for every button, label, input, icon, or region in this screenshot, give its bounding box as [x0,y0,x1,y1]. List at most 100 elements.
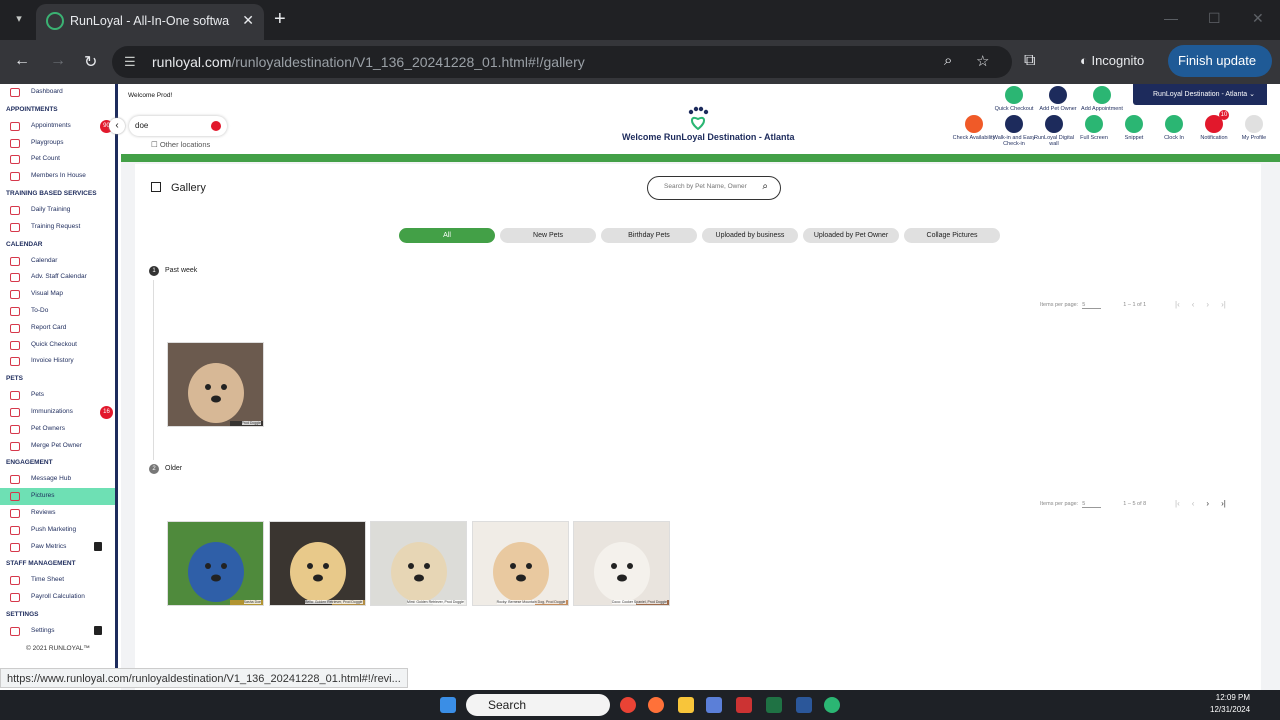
filter-uploaded-by-pet-owner[interactable]: Uploaded by Pet Owner [803,228,899,243]
gallery-photo[interactable]: Rocky: Bernese Mountain Dog, Prod Doggie [471,521,569,606]
sidebar-item-members-in-house[interactable]: Members In House [0,168,115,185]
sidebar-item-payroll-calculation[interactable]: Payroll Calculation [0,589,115,606]
adv-staff-calendar-icon [10,273,20,283]
sidebar-item-push-marketing[interactable]: Push Marketing [0,522,115,539]
search-icon[interactable]: ⌕ [762,181,768,192]
calculator-icon[interactable] [706,697,722,713]
sidebar-item-time-sheet[interactable]: Time Sheet [0,572,115,589]
sidebar-item-daily-training[interactable]: Daily Training [0,202,115,219]
browser-tab[interactable]: RunLoyal - All-In-One software ✕ [36,4,264,40]
finish-update-button[interactable]: Finish update ⋮ [1168,45,1272,100]
prev-page-icon[interactable]: ‹ [1192,300,1195,309]
maximize-icon[interactable]: ☐ [1208,10,1221,27]
sidebar-item-reviews[interactable]: Reviews [0,505,115,522]
forward-icon[interactable]: → [50,52,66,70]
zoom-icon[interactable]: ⌕ [944,52,952,69]
gallery-photo[interactable]: Mimi: Golden Retriever, Prod Doggie [370,521,467,606]
new-tab-icon[interactable]: + [274,8,286,31]
app-globe-icon[interactable] [824,697,840,713]
sidebar-item-pictures[interactable]: Pictures [0,488,115,505]
filter-birthday-pets[interactable]: Birthday Pets [601,228,697,243]
snippet-icon [1125,115,1143,133]
action-my-profile[interactable]: My Profile [1231,115,1277,141]
word-icon[interactable] [796,697,812,713]
address-bar[interactable]: ☰ runloyal.com/runloyaldestination/V1_13… [112,46,1012,78]
sidebar-item-quick-checkout[interactable]: Quick Checkout [0,337,115,354]
filter-collage-pictures[interactable]: Collage Pictures [904,228,1000,243]
sidebar-item-adv-staff-calendar[interactable]: Adv. Staff Calendar [0,269,115,286]
incognito-icon: ◐ [1080,53,1092,68]
sidebar-item-pet-count[interactable]: Pet Count [0,151,115,168]
gallery-photo[interactable]: Coco: Cocker Spaniel, Prod Doggie [573,521,670,606]
filter-all[interactable]: All [399,228,495,243]
sidebar-item-label: Pet Count [31,155,60,163]
filter-new-pets[interactable]: New Pets [500,228,596,243]
sidebar-item-calendar[interactable]: Calendar [0,253,115,270]
collapse-sidebar-icon[interactable]: ‹ [109,118,125,134]
sidebar-item-training-request[interactable]: Training Request [0,219,115,236]
sidebar-item-paw-metrics[interactable]: Paw Metrics [0,539,115,556]
sidebar-item-settings[interactable]: Settings [0,623,115,640]
next-page-icon[interactable]: › [1206,300,1209,309]
photo-caption: Sasha Doe [243,600,261,604]
lock-icon [94,625,102,635]
taskbar-search[interactable]: Search [466,694,610,716]
clear-search-icon[interactable] [211,121,221,131]
merge-pet-owner-icon [10,441,20,451]
sidebar-item-appointments[interactable]: Appointments 90 [0,118,115,135]
client-search-input[interactable]: doe [129,116,227,136]
paginator: Items per page: 5 1 – 1 of 1 [1040,302,1146,309]
add-pet-owner-icon [1049,86,1067,104]
windows-start-icon[interactable] [440,697,456,713]
excel-icon[interactable] [766,697,782,713]
last-page-icon[interactable]: ›| [1221,300,1226,309]
sidebar-item-message-hub[interactable]: Message Hub [0,471,115,488]
sidebar-item-pets[interactable]: Pets [0,387,115,404]
file-explorer-icon[interactable] [678,697,694,713]
prev-page-icon[interactable]: ‹ [1192,499,1195,508]
gallery-search[interactable]: ⌕ [647,176,781,200]
next-page-icon[interactable]: › [1206,499,1209,508]
firefox-icon[interactable] [648,697,664,713]
reload-icon[interactable]: ↻ [84,52,97,72]
sidebar-item-report-card[interactable]: Report Card [0,320,115,337]
location-selector[interactable]: RunLoyal Destination - Atlanta ⌄ [1133,84,1267,105]
site-info-icon[interactable]: ☰ [124,54,136,70]
sidebar-item-to-do[interactable]: To-Do [0,303,115,320]
step-indicator: 2 [149,464,159,474]
snipping-tool-icon[interactable] [736,697,752,713]
sidebar-item-immunizations[interactable]: Immunizations 16 [0,404,115,421]
sidebar-item-merge-pet-owner[interactable]: Merge Pet Owner [0,438,115,455]
sidebar-item-playgroups[interactable]: Playgroups [0,135,115,152]
other-locations-checkbox[interactable]: ☐ Other locations [151,140,210,149]
system-clock[interactable]: 12:09 PM 12/31/2024 [1210,692,1250,716]
incognito-indicator[interactable]: ◐ Incognito [1080,53,1144,68]
action-quick-checkout[interactable]: Quick Checkout [991,86,1037,112]
first-page-icon[interactable]: |‹ [1175,499,1180,508]
action-add-appointment[interactable]: Add Appointment [1079,86,1125,112]
minimize-icon[interactable]: — [1164,10,1178,26]
chrome-icon[interactable] [620,697,636,713]
close-tab-icon[interactable]: ✕ [242,12,254,29]
gallery-photo[interactable]: Sasha Doe [167,521,264,606]
gallery-search-input[interactable] [664,183,754,190]
gallery-photo[interactable]: Prod Doggie [167,342,264,427]
action-add-pet-owner[interactable]: Add Pet Owner [1035,86,1081,112]
gallery-photo[interactable]: Bella: Golden Retriever, Prod Doggie [268,521,366,606]
sidebar-item-pet-owners[interactable]: Pet Owners [0,421,115,438]
filter-uploaded-by-business[interactable]: Uploaded by business [702,228,798,243]
first-page-icon[interactable]: |‹ [1175,300,1180,309]
sidebar-item-invoice-history[interactable]: Invoice History [0,353,115,370]
sidebar-item-dashboard[interactable]: Dashboard [0,84,115,101]
photo-caption: Mimi: Golden Retriever, Prod Doggie [407,600,464,604]
bookmark-star-icon[interactable]: ☆ [976,52,989,70]
close-window-icon[interactable]: ✕ [1252,10,1264,27]
extensions-icon[interactable]: ⧉ [1024,52,1035,70]
items-per-page-select[interactable]: 5 [1082,302,1102,309]
sidebar-item-label: Paw Metrics [31,542,67,550]
back-icon[interactable]: ← [14,52,30,70]
last-page-icon[interactable]: ›| [1221,499,1226,508]
tab-search-icon[interactable]: ▾ [8,8,30,30]
sidebar-item-visual-map[interactable]: Visual Map [0,286,115,303]
items-per-page-select[interactable]: 5 [1082,501,1102,508]
